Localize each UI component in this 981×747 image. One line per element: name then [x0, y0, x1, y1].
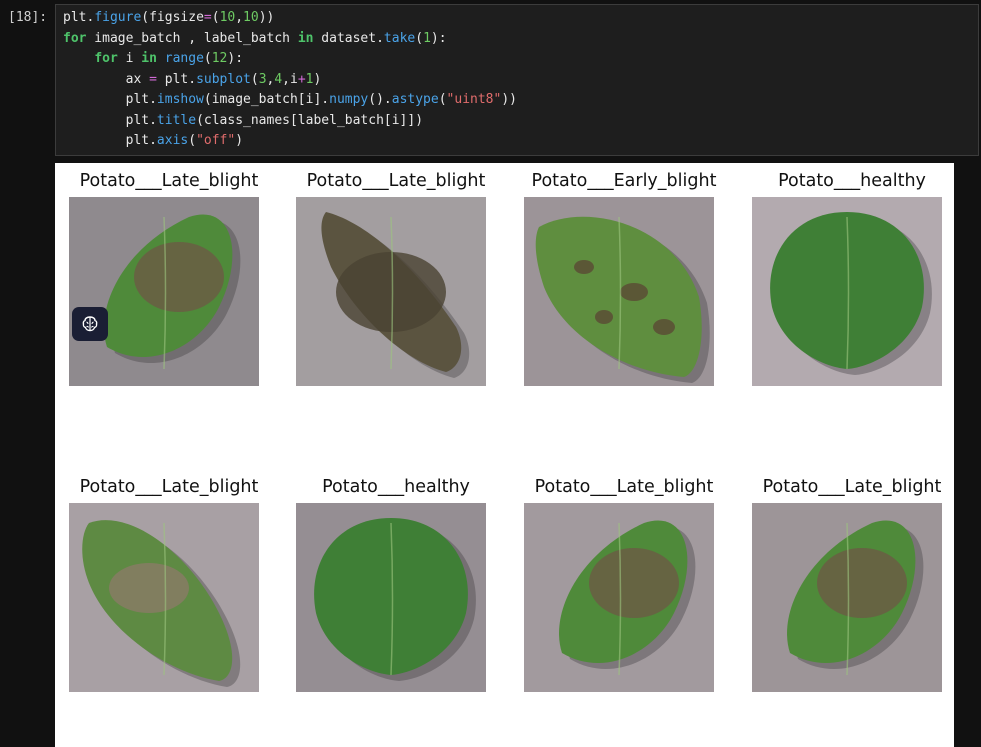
blight-spot: [653, 319, 675, 335]
brain-icon: [82, 316, 98, 332]
subplot-2: Potato___Late_blight: [282, 163, 510, 386]
leaf-image: [296, 503, 486, 692]
leaf-image: [752, 503, 942, 692]
subplot-title: Potato___Late_blight: [79, 171, 259, 191]
leaf-image: [69, 503, 259, 692]
subplot-5: Potato___Late_blight: [55, 469, 283, 692]
blight-spot: [595, 310, 613, 324]
subplot-3: Potato___Early_blight: [510, 163, 738, 386]
code-line-4: ax = plt.subplot(3,4,i+1): [63, 71, 322, 87]
leaf-image: [296, 197, 486, 386]
leaf-image: [524, 197, 714, 386]
blight-spot: [109, 563, 189, 613]
subplot-6: Potato___healthy: [282, 469, 510, 692]
subplot-1: Potato___Late_blight: [55, 163, 283, 386]
leaf-image: [524, 503, 714, 692]
blight-spot: [620, 283, 648, 301]
code-line-2: for image_batch , label_batch in dataset…: [63, 30, 447, 46]
code-line-5: plt.imshow(image_batch[i].numpy().astype…: [63, 92, 517, 107]
blight-spot: [589, 548, 679, 618]
subplot-title: Potato___Early_blight: [531, 171, 717, 191]
subplot-title: Potato___Late_blight: [79, 477, 259, 497]
subplot-title: Potato___healthy: [322, 477, 470, 497]
subplot-title: Potato___Late_blight: [306, 171, 486, 191]
brain-assistant-button[interactable]: [72, 307, 108, 341]
blight-spot: [134, 242, 224, 312]
code-cell[interactable]: plt.figure(figsize=(10,10)) for image_ba…: [55, 4, 979, 156]
leaf-image: [69, 197, 259, 386]
blight-spot: [574, 260, 594, 274]
code-line-3: for i in range(12):: [94, 51, 244, 66]
subplot-8: Potato___Late_blight: [738, 469, 954, 692]
code-line-7: plt.axis("off"): [63, 133, 244, 148]
subplot-title: Potato___healthy: [778, 171, 926, 191]
code-editor[interactable]: plt.figure(figsize=(10,10)) for image_ba…: [63, 8, 517, 152]
leaf-image: [752, 197, 942, 386]
subplot-title: Potato___Late_blight: [534, 477, 714, 497]
blight-spot: [817, 548, 907, 618]
code-line-1: plt.figure(figsize=(10,10)): [63, 10, 275, 25]
cell-output: Potato___Late_blight Potato___Late_bligh…: [55, 163, 954, 747]
subplot-title: Potato___Late_blight: [762, 477, 942, 497]
blight-spot: [336, 252, 446, 332]
subplot-7: Potato___Late_blight: [510, 469, 738, 692]
execution-count: [18]:: [8, 10, 48, 25]
code-line-6: plt.title(class_names[label_batch[i]]): [63, 112, 424, 128]
subplot-4: Potato___healthy: [738, 163, 954, 386]
